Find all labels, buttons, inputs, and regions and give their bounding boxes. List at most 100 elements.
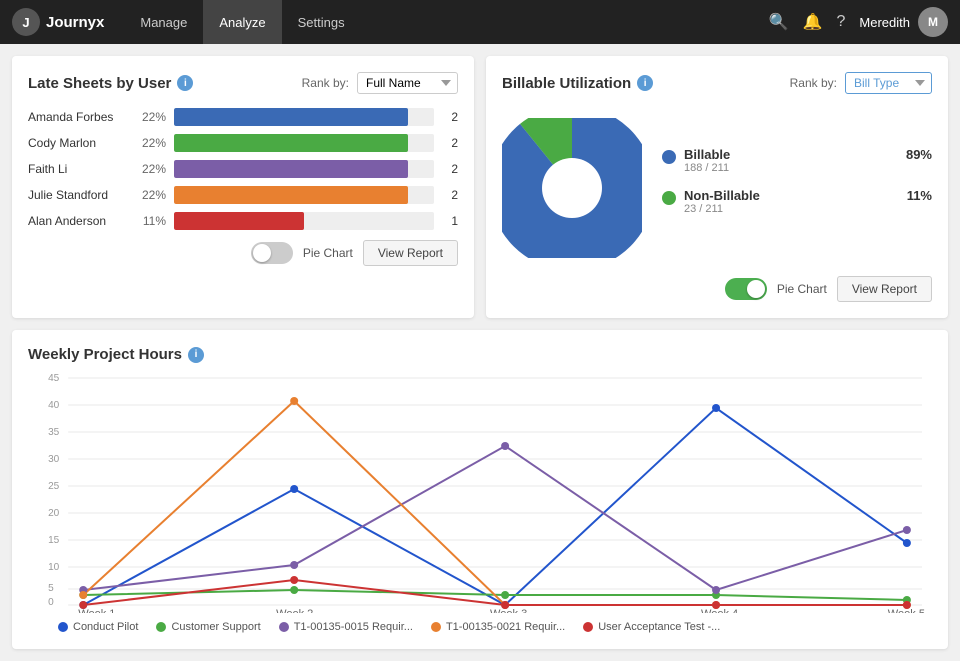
bar-row-1: Cody Marlon 22% 2 bbox=[28, 134, 458, 152]
bar-count-0: 2 bbox=[442, 110, 458, 124]
chart-legend-dot-3 bbox=[431, 622, 441, 632]
bell-icon[interactable]: 🔔 bbox=[803, 12, 823, 32]
late-sheets-rank-select[interactable]: Full Name Employee ID bbox=[357, 72, 458, 94]
chart-legend-label-1: Customer Support bbox=[171, 621, 260, 633]
main-content: Late Sheets by User i Rank by: Full Name… bbox=[0, 44, 960, 661]
late-sheets-title-row: Late Sheets by User i bbox=[28, 75, 193, 92]
svg-text:20: 20 bbox=[48, 508, 60, 519]
bar-row-0: Amanda Forbes 22% 2 bbox=[28, 108, 458, 126]
late-sheets-card: Late Sheets by User i Rank by: Full Name… bbox=[12, 56, 474, 318]
late-sheets-pie-label: Pie Chart bbox=[303, 246, 353, 260]
chart-legend-dot-4 bbox=[583, 622, 593, 632]
billable-rank-row: Rank by: Bill Type Full Name bbox=[790, 72, 932, 94]
svg-text:10: 10 bbox=[48, 562, 60, 573]
bar-pct-3: 22% bbox=[136, 188, 166, 202]
bar-count-4: 1 bbox=[442, 214, 458, 228]
bar-fill-1 bbox=[174, 134, 408, 152]
legend-pct-1: 11% bbox=[907, 188, 932, 203]
pie-chart-container bbox=[502, 118, 642, 258]
late-sheets-bar-rows: Amanda Forbes 22% 2 Cody Marlon 22% 2 Fa… bbox=[28, 108, 458, 230]
weekly-info-icon[interactable]: i bbox=[188, 347, 204, 363]
late-sheets-info-icon[interactable]: i bbox=[177, 75, 193, 91]
bar-label-3: Julie Standford bbox=[28, 188, 128, 202]
chart-legend-dot-1 bbox=[156, 622, 166, 632]
bar-pct-2: 22% bbox=[136, 162, 166, 176]
svg-text:40: 40 bbox=[48, 400, 60, 411]
search-icon[interactable]: 🔍 bbox=[769, 12, 789, 32]
billable-legend-item-0: Billable 188 / 211 89% bbox=[662, 147, 932, 174]
brand[interactable]: J Journyx bbox=[12, 8, 104, 36]
avatar[interactable]: M bbox=[918, 7, 948, 37]
billable-pie-toggle[interactable] bbox=[725, 278, 767, 300]
bar-row-3: Julie Standford 22% 2 bbox=[28, 186, 458, 204]
svg-text:0: 0 bbox=[48, 597, 54, 608]
legend-dot-1 bbox=[662, 191, 676, 205]
billable-info-icon[interactable]: i bbox=[637, 75, 653, 91]
legend-sub-1: 23 / 211 bbox=[684, 203, 899, 215]
bar-track-3 bbox=[174, 186, 434, 204]
billable-card: Billable Utilization i Rank by: Bill Typ… bbox=[486, 56, 948, 318]
brand-icon: J bbox=[12, 8, 40, 36]
nav-analyze[interactable]: Analyze bbox=[203, 0, 281, 44]
legend-sub-0: 188 / 211 bbox=[684, 162, 898, 174]
billable-rank-select[interactable]: Bill Type Full Name bbox=[845, 72, 932, 94]
billable-view-report[interactable]: View Report bbox=[837, 276, 932, 302]
svg-text:25: 25 bbox=[48, 481, 60, 492]
top-row: Late Sheets by User i Rank by: Full Name… bbox=[12, 56, 948, 318]
help-icon[interactable]: ? bbox=[837, 13, 846, 31]
nav-manage[interactable]: Manage bbox=[124, 0, 203, 44]
bar-label-4: Alan Anderson bbox=[28, 214, 128, 228]
bar-fill-4 bbox=[174, 212, 304, 230]
late-sheets-rank-label: Rank by: bbox=[302, 76, 349, 90]
late-sheets-pie-toggle[interactable] bbox=[251, 242, 293, 264]
svg-text:5: 5 bbox=[48, 583, 54, 594]
svg-text:Week 3: Week 3 bbox=[490, 608, 527, 613]
bar-fill-3 bbox=[174, 186, 408, 204]
weekly-title-row: Weekly Project Hours i bbox=[28, 346, 932, 363]
chart-legend: Conduct Pilot Customer Support T1-00135-… bbox=[28, 621, 932, 633]
user-info: Meredith M bbox=[859, 7, 948, 37]
weekly-title: Weekly Project Hours bbox=[28, 346, 182, 363]
username: Meredith bbox=[859, 15, 910, 30]
chart-legend-item-2: T1-00135-0015 Requir... bbox=[279, 621, 413, 633]
nav-items: Manage Analyze Settings bbox=[124, 0, 768, 44]
nav-settings[interactable]: Settings bbox=[282, 0, 361, 44]
bar-pct-4: 11% bbox=[136, 214, 166, 228]
chart-legend-label-0: Conduct Pilot bbox=[73, 621, 138, 633]
legend-name-0: Billable bbox=[684, 147, 898, 162]
navbar: J Journyx Manage Analyze Settings 🔍 🔔 ? … bbox=[0, 0, 960, 44]
svg-text:45: 45 bbox=[48, 373, 60, 384]
late-sheets-view-report[interactable]: View Report bbox=[363, 240, 458, 266]
billable-title-row: Billable Utilization i bbox=[502, 75, 653, 92]
svg-text:30: 30 bbox=[48, 454, 60, 465]
late-sheets-pie-toggle-knob bbox=[253, 244, 271, 262]
svg-text:35: 35 bbox=[48, 427, 60, 438]
chart-legend-item-0: Conduct Pilot bbox=[58, 621, 138, 633]
billable-legend-item-1: Non-Billable 23 / 211 11% bbox=[662, 188, 932, 215]
chart-legend-dot-2 bbox=[279, 622, 289, 632]
billable-pie-label: Pie Chart bbox=[777, 282, 827, 296]
legend-name-1: Non-Billable bbox=[684, 188, 899, 203]
chart-legend-item-3: T1-00135-0021 Requir... bbox=[431, 621, 565, 633]
bar-track-1 bbox=[174, 134, 434, 152]
chart-legend-label-3: T1-00135-0021 Requir... bbox=[446, 621, 565, 633]
bar-track-0 bbox=[174, 108, 434, 126]
chart-legend-label-4: User Acceptance Test -... bbox=[598, 621, 720, 633]
t1-0015-line bbox=[83, 446, 907, 590]
billable-title: Billable Utilization bbox=[502, 75, 631, 92]
bar-fill-2 bbox=[174, 160, 408, 178]
bar-count-3: 2 bbox=[442, 188, 458, 202]
brand-name: Journyx bbox=[46, 14, 104, 31]
svg-text:15: 15 bbox=[48, 535, 60, 546]
weekly-chart-svg: 45 40 35 30 25 20 15 10 5 0 bbox=[28, 373, 932, 613]
chart-legend-item-1: Customer Support bbox=[156, 621, 260, 633]
late-sheets-title: Late Sheets by User bbox=[28, 75, 171, 92]
bar-label-1: Cody Marlon bbox=[28, 136, 128, 150]
late-sheets-rank-row: Rank by: Full Name Employee ID bbox=[302, 72, 458, 94]
legend-dot-0 bbox=[662, 150, 676, 164]
bar-count-2: 2 bbox=[442, 162, 458, 176]
billable-content: Billable 188 / 211 89% Non-Billable 23 /… bbox=[502, 108, 932, 268]
chart-legend-label-2: T1-00135-0015 Requir... bbox=[294, 621, 413, 633]
pie-chart-svg bbox=[502, 118, 642, 258]
late-sheets-header: Late Sheets by User i Rank by: Full Name… bbox=[28, 72, 458, 94]
